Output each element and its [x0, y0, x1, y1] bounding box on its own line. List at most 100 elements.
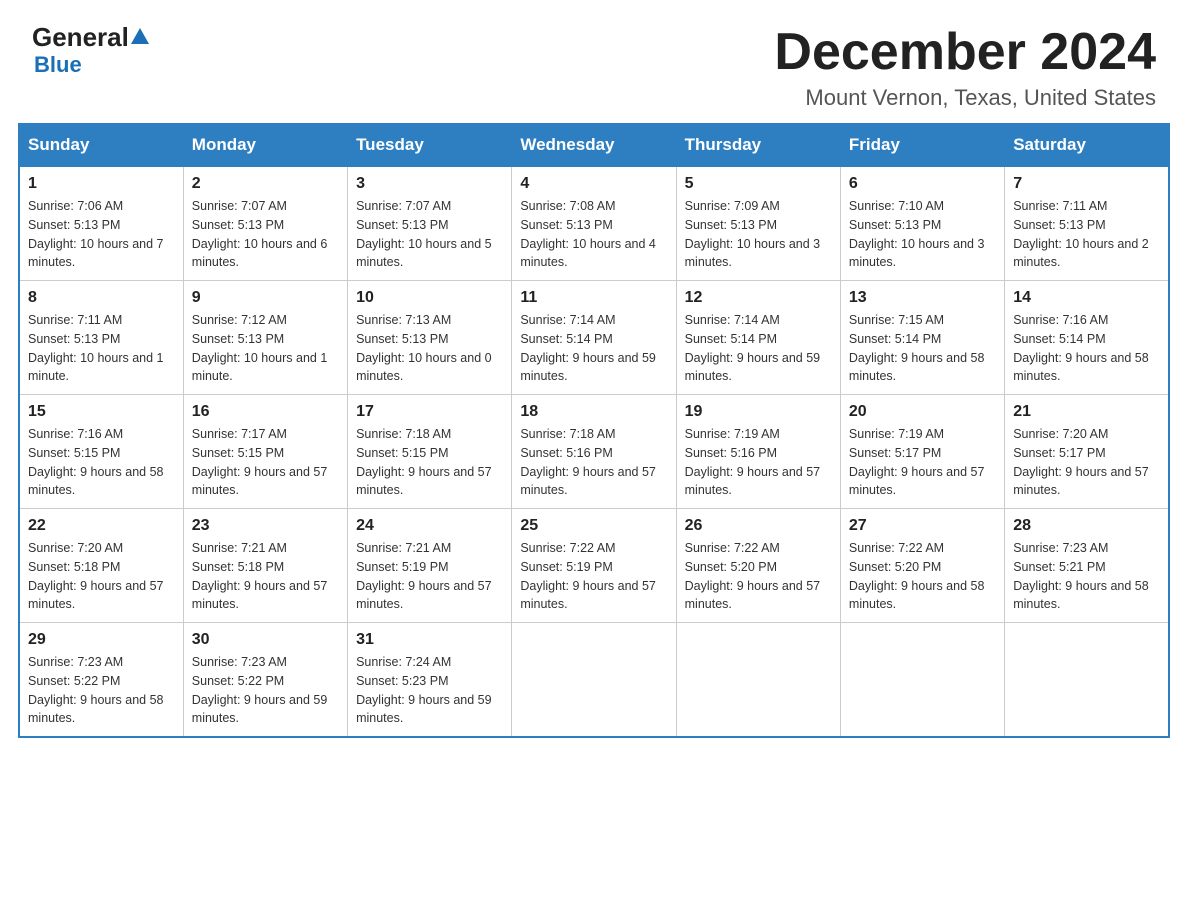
day-info: Sunrise: 7:24 AMSunset: 5:23 PMDaylight:…: [356, 653, 503, 728]
day-info: Sunrise: 7:22 AMSunset: 5:20 PMDaylight:…: [685, 539, 832, 614]
day-number: 3: [356, 175, 503, 193]
day-info: Sunrise: 7:16 AMSunset: 5:15 PMDaylight:…: [28, 425, 175, 500]
calendar-week-row: 22Sunrise: 7:20 AMSunset: 5:18 PMDayligh…: [19, 509, 1169, 623]
table-row: 21 Sunrise: 7:20 AMSunset: 5:17 PMDayligh…: [1005, 395, 1169, 509]
day-number: 7: [1013, 175, 1160, 193]
day-info: Sunrise: 7:23 AMSunset: 5:22 PMDaylight:…: [28, 653, 175, 728]
table-row: 26 Sunrise: 7:22 AMSunset: 5:20 PMDayligh…: [676, 509, 840, 623]
logo: General Blue: [32, 24, 151, 78]
table-row: 30Sunrise: 7:23 AMSunset: 5:22 PMDayligh…: [183, 623, 347, 738]
location-title: Mount Vernon, Texas, United States: [774, 85, 1156, 111]
table-row: 19 Sunrise: 7:19 AMSunset: 5:16 PMDayligh…: [676, 395, 840, 509]
day-info: Sunrise: 7:23 AMSunset: 5:22 PMDaylight:…: [192, 653, 339, 728]
table-row: [1005, 623, 1169, 738]
calendar-week-row: 1 Sunrise: 7:06 AMSunset: 5:13 PMDaylight…: [19, 166, 1169, 281]
day-number: 21: [1013, 403, 1160, 421]
month-title: December 2024: [774, 24, 1156, 81]
day-info: Sunrise: 7:16 AMSunset: 5:14 PMDaylight:…: [1013, 311, 1160, 386]
table-row: 17 Sunrise: 7:18 AMSunset: 5:15 PMDayligh…: [348, 395, 512, 509]
table-row: 6Sunrise: 7:10 AMSunset: 5:13 PMDaylight…: [840, 166, 1004, 281]
table-row: 25 Sunrise: 7:22 AMSunset: 5:19 PMDayligh…: [512, 509, 676, 623]
day-number: 18: [520, 403, 667, 421]
calendar-table: Sunday Monday Tuesday Wednesday Thursday…: [18, 123, 1170, 738]
table-row: 9 Sunrise: 7:12 AMSunset: 5:13 PMDaylight…: [183, 281, 347, 395]
day-number: 19: [685, 403, 832, 421]
table-row: 7 Sunrise: 7:11 AMSunset: 5:13 PMDaylight…: [1005, 166, 1169, 281]
day-number: 25: [520, 517, 667, 535]
table-row: 2Sunrise: 7:07 AMSunset: 5:13 PMDaylight…: [183, 166, 347, 281]
table-row: 22Sunrise: 7:20 AMSunset: 5:18 PMDayligh…: [19, 509, 183, 623]
day-info: Sunrise: 7:11 AMSunset: 5:13 PMDaylight:…: [28, 311, 175, 386]
col-tuesday: Tuesday: [348, 124, 512, 166]
day-number: 6: [849, 175, 996, 193]
day-info: Sunrise: 7:07 AMSunset: 5:13 PMDaylight:…: [192, 197, 339, 272]
table-row: 23 Sunrise: 7:21 AMSunset: 5:18 PMDayligh…: [183, 509, 347, 623]
day-info: Sunrise: 7:07 AMSunset: 5:13 PMDaylight:…: [356, 197, 503, 272]
day-number: 29: [28, 631, 175, 649]
day-info: Sunrise: 7:12 AMSunset: 5:13 PMDaylight:…: [192, 311, 339, 386]
table-row: 16Sunrise: 7:17 AMSunset: 5:15 PMDayligh…: [183, 395, 347, 509]
col-saturday: Saturday: [1005, 124, 1169, 166]
day-info: Sunrise: 7:19 AMSunset: 5:17 PMDaylight:…: [849, 425, 996, 500]
table-row: 27Sunrise: 7:22 AMSunset: 5:20 PMDayligh…: [840, 509, 1004, 623]
day-info: Sunrise: 7:09 AMSunset: 5:13 PMDaylight:…: [685, 197, 832, 272]
table-row: 20Sunrise: 7:19 AMSunset: 5:17 PMDayligh…: [840, 395, 1004, 509]
calendar-week-row: 15Sunrise: 7:16 AMSunset: 5:15 PMDayligh…: [19, 395, 1169, 509]
day-number: 1: [28, 175, 175, 193]
table-row: 11Sunrise: 7:14 AMSunset: 5:14 PMDayligh…: [512, 281, 676, 395]
day-info: Sunrise: 7:21 AMSunset: 5:19 PMDaylight:…: [356, 539, 503, 614]
day-info: Sunrise: 7:18 AMSunset: 5:16 PMDaylight:…: [520, 425, 667, 500]
table-row: [676, 623, 840, 738]
day-info: Sunrise: 7:22 AMSunset: 5:19 PMDaylight:…: [520, 539, 667, 614]
day-number: 14: [1013, 289, 1160, 307]
col-friday: Friday: [840, 124, 1004, 166]
day-number: 16: [192, 403, 339, 421]
day-number: 5: [685, 175, 832, 193]
day-info: Sunrise: 7:18 AMSunset: 5:15 PMDaylight:…: [356, 425, 503, 500]
table-row: 31Sunrise: 7:24 AMSunset: 5:23 PMDayligh…: [348, 623, 512, 738]
logo-text: General: [32, 24, 151, 50]
table-row: 14 Sunrise: 7:16 AMSunset: 5:14 PMDayligh…: [1005, 281, 1169, 395]
header-row: Sunday Monday Tuesday Wednesday Thursday…: [19, 124, 1169, 166]
col-thursday: Thursday: [676, 124, 840, 166]
day-info: Sunrise: 7:20 AMSunset: 5:17 PMDaylight:…: [1013, 425, 1160, 500]
day-number: 11: [520, 289, 667, 307]
day-info: Sunrise: 7:19 AMSunset: 5:16 PMDaylight:…: [685, 425, 832, 500]
table-row: 3 Sunrise: 7:07 AMSunset: 5:13 PMDaylight…: [348, 166, 512, 281]
logo-triangle-icon: [129, 26, 151, 48]
day-number: 24: [356, 517, 503, 535]
day-info: Sunrise: 7:13 AMSunset: 5:13 PMDaylight:…: [356, 311, 503, 386]
day-number: 8: [28, 289, 175, 307]
table-row: 24 Sunrise: 7:21 AMSunset: 5:19 PMDayligh…: [348, 509, 512, 623]
day-info: Sunrise: 7:06 AMSunset: 5:13 PMDaylight:…: [28, 197, 175, 272]
table-row: [512, 623, 676, 738]
day-number: 27: [849, 517, 996, 535]
table-row: 13Sunrise: 7:15 AMSunset: 5:14 PMDayligh…: [840, 281, 1004, 395]
day-info: Sunrise: 7:14 AMSunset: 5:14 PMDaylight:…: [685, 311, 832, 386]
table-row: 5 Sunrise: 7:09 AMSunset: 5:13 PMDaylight…: [676, 166, 840, 281]
calendar-week-row: 8 Sunrise: 7:11 AMSunset: 5:13 PMDaylight…: [19, 281, 1169, 395]
day-info: Sunrise: 7:11 AMSunset: 5:13 PMDaylight:…: [1013, 197, 1160, 272]
table-row: 18 Sunrise: 7:18 AMSunset: 5:16 PMDayligh…: [512, 395, 676, 509]
table-row: 4Sunrise: 7:08 AMSunset: 5:13 PMDaylight…: [512, 166, 676, 281]
day-number: 22: [28, 517, 175, 535]
calendar-week-row: 29 Sunrise: 7:23 AMSunset: 5:22 PMDayligh…: [19, 623, 1169, 738]
table-row: 29 Sunrise: 7:23 AMSunset: 5:22 PMDayligh…: [19, 623, 183, 738]
day-number: 23: [192, 517, 339, 535]
table-row: 10 Sunrise: 7:13 AMSunset: 5:13 PMDayligh…: [348, 281, 512, 395]
title-area: December 2024 Mount Vernon, Texas, Unite…: [774, 24, 1156, 111]
table-row: [840, 623, 1004, 738]
day-number: 9: [192, 289, 339, 307]
calendar-container: Sunday Monday Tuesday Wednesday Thursday…: [0, 123, 1188, 756]
logo-blue: Blue: [34, 52, 82, 78]
day-number: 10: [356, 289, 503, 307]
table-row: 15Sunrise: 7:16 AMSunset: 5:15 PMDayligh…: [19, 395, 183, 509]
day-number: 17: [356, 403, 503, 421]
day-info: Sunrise: 7:23 AMSunset: 5:21 PMDaylight:…: [1013, 539, 1160, 614]
day-number: 4: [520, 175, 667, 193]
day-number: 12: [685, 289, 832, 307]
day-info: Sunrise: 7:21 AMSunset: 5:18 PMDaylight:…: [192, 539, 339, 614]
col-monday: Monday: [183, 124, 347, 166]
day-number: 13: [849, 289, 996, 307]
day-number: 26: [685, 517, 832, 535]
